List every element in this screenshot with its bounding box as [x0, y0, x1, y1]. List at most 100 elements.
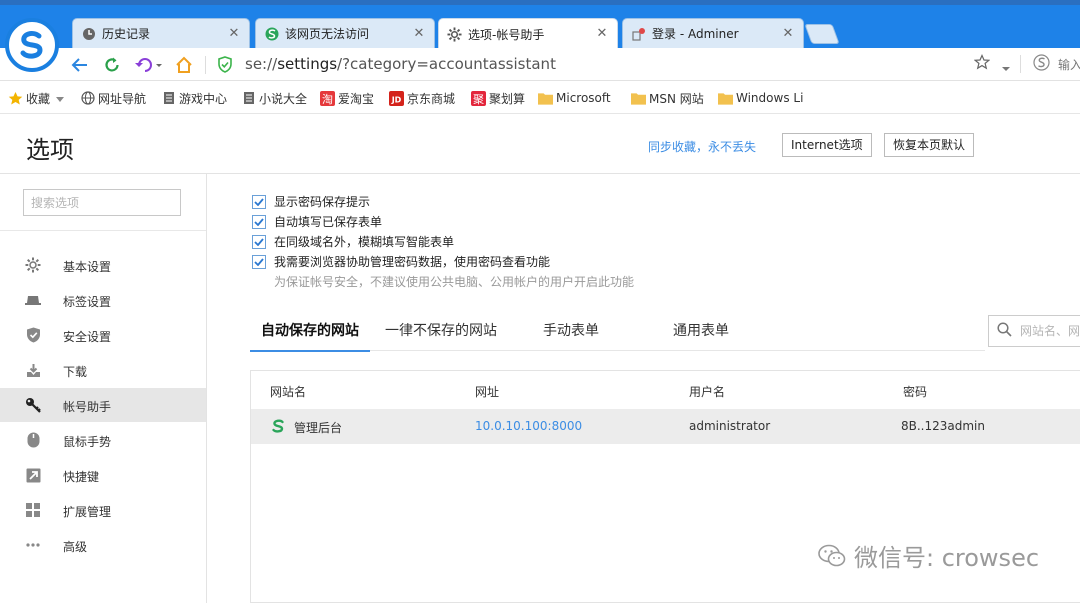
option-manage-passwords[interactable]: 我需要浏览器协助管理密码数据，使用密码查看功能	[252, 253, 550, 270]
tab-common-forms[interactable]: 通用表单	[666, 316, 736, 352]
folder-icon	[538, 91, 553, 106]
bookmark-label: 网址导航	[98, 91, 147, 106]
home-icon[interactable]	[173, 54, 195, 76]
sync-favorites-link[interactable]: 同步收藏，永不丢失	[648, 138, 756, 155]
internet-options-button[interactable]: Internet选项	[782, 133, 872, 157]
site-search-box[interactable]	[988, 315, 1080, 347]
option-label: 自动填写已保存表单	[274, 215, 383, 229]
sidebar-item-shortcuts[interactable]: 快捷键	[0, 458, 206, 492]
sidebar-item-label: 鼠标手势	[63, 435, 112, 449]
gear-icon	[25, 257, 41, 273]
bookmark-label: 收藏	[26, 91, 51, 106]
site-search-input[interactable]	[1020, 324, 1080, 338]
sidebar-item-label: 帐号助手	[63, 400, 112, 414]
tab-unreachable[interactable]: 该网页无法访问 ✕	[255, 18, 435, 48]
sidebar-item-advanced[interactable]: 高级	[0, 528, 206, 562]
close-icon[interactable]: ✕	[227, 26, 241, 41]
taobao-icon: 淘	[320, 90, 335, 106]
bookmark-taobao[interactable]: 淘 爱淘宝	[320, 89, 374, 107]
mouse-icon	[25, 432, 41, 448]
bookmark-label: 爱淘宝	[338, 91, 375, 106]
gear-icon	[447, 26, 462, 42]
site-url-link[interactable]: 10.0.10.100:8000	[475, 419, 582, 433]
tab-auto-saved-sites[interactable]: 自动保存的网站	[250, 316, 370, 352]
tab-manual-forms[interactable]: 手动表单	[536, 316, 606, 352]
search-engine-icon[interactable]	[1033, 54, 1050, 74]
sogou-s-icon	[270, 418, 286, 437]
checkbox-checked[interactable]	[252, 214, 266, 229]
option-show-password-prompt[interactable]: 显示密码保存提示	[252, 193, 370, 210]
option-autofill-forms[interactable]: 自动填写已保存表单	[252, 213, 382, 230]
bookmark-label: Windows Li	[736, 91, 804, 105]
close-icon[interactable]: ✕	[781, 26, 795, 41]
key-icon	[25, 397, 41, 413]
column-header-url: 网址	[475, 385, 500, 399]
tab-title: 历史记录	[102, 27, 151, 41]
folder-icon	[718, 91, 733, 106]
tab-adminer[interactable]: 登录 - Adminer ✕	[622, 18, 804, 48]
bookmark-games[interactable]: 游戏中心	[161, 89, 227, 107]
globe-icon	[80, 91, 95, 106]
sidebar-item-label: 基本设置	[63, 260, 112, 274]
checkbox-checked[interactable]	[252, 194, 266, 209]
grid-icon	[25, 502, 41, 518]
bookmark-msn[interactable]: MSN 网站	[631, 89, 704, 107]
bookmark-jd[interactable]: JD 京东商城	[389, 89, 455, 107]
address-host: settings	[277, 55, 338, 73]
sidebar-item-label: 安全设置	[63, 330, 112, 344]
checkbox-checked[interactable]	[252, 254, 266, 269]
title-bar	[0, 0, 1080, 5]
tab-never-save-sites[interactable]: 一律不保存的网站	[382, 316, 500, 352]
restore-defaults-button[interactable]: 恢复本页默认	[884, 133, 975, 157]
tab-icon	[25, 292, 41, 308]
sidebar-item-label: 标签设置	[63, 295, 112, 309]
bookmark-nav[interactable]: 网址导航	[80, 89, 146, 107]
sidebar-item-security[interactable]: 安全设置	[0, 318, 206, 352]
bookmark-juhuasuan[interactable]: 聚 聚划算	[471, 89, 525, 107]
site-password: 8B..123admin	[901, 419, 985, 433]
option-fuzzy-fill[interactable]: 在同级域名外，模糊填写智能表单	[252, 233, 454, 250]
search-icon	[997, 322, 1012, 340]
checkbox-checked[interactable]	[252, 234, 266, 249]
sidebar-item-mouse-gestures[interactable]: 鼠标手势	[0, 423, 206, 457]
sidebar-item-tabs[interactable]: 标签设置	[0, 283, 206, 317]
page-title: 选项	[26, 136, 74, 164]
sidebar-item-download[interactable]: 下载	[0, 353, 206, 387]
column-header-password: 密码	[903, 385, 928, 399]
table-row[interactable]: 管理后台 10.0.10.100:8000 administrator 8B..…	[251, 409, 1080, 444]
download-icon	[25, 362, 41, 378]
search-hint[interactable]: 输入	[1058, 56, 1080, 73]
bookmark-microsoft[interactable]: Microsoft	[538, 89, 611, 107]
undo-close-icon[interactable]	[132, 54, 166, 76]
shield-icon	[25, 327, 41, 343]
chevron-down-icon[interactable]	[1001, 61, 1011, 75]
chevron-down-icon	[56, 91, 65, 105]
wechat-icon	[818, 544, 846, 568]
sidebar-item-account-assistant[interactable]: 帐号助手	[0, 388, 206, 422]
bookmark-novels[interactable]: 小说大全	[241, 89, 307, 107]
bookmark-windows-live[interactable]: Windows Li	[718, 89, 803, 107]
secure-shield-icon[interactable]	[217, 56, 233, 73]
sidebar-item-basic[interactable]: 基本设置	[0, 248, 206, 282]
close-icon[interactable]: ✕	[412, 26, 426, 41]
address-input[interactable]: se://settings/?category=accountassistant	[245, 54, 556, 74]
refresh-icon[interactable]	[101, 54, 123, 76]
site-username: administrator	[689, 419, 771, 433]
browser-logo-icon[interactable]	[5, 18, 59, 72]
divider	[205, 56, 206, 74]
sidebar-item-extensions[interactable]: 扩展管理	[0, 493, 206, 527]
option-label: 显示密码保存提示	[274, 195, 371, 209]
options-search-input[interactable]	[23, 189, 181, 216]
bookmarks-bar: 收藏 网址导航 游戏中心 小说大全 淘 爱淘宝 JD 京东商城 聚 聚划算 Mi…	[0, 82, 1080, 114]
close-icon[interactable]: ✕	[595, 27, 609, 41]
bookmark-favorites[interactable]: 收藏	[8, 89, 65, 107]
sidebar-item-label: 快捷键	[63, 470, 100, 484]
bookmark-label: 聚划算	[489, 91, 526, 106]
navigation-bar: se://settings/?category=accountassistant…	[0, 48, 1080, 81]
tab-options[interactable]: 选项-帐号助手 ✕	[438, 18, 618, 49]
back-arrow-icon[interactable]	[69, 54, 91, 76]
wechat-watermark: 微信号: crowsec	[818, 538, 1039, 573]
tab-history[interactable]: 历史记录 ✕	[72, 18, 250, 48]
bookmark-label: MSN 网站	[649, 91, 704, 106]
bookmark-star-icon[interactable]	[973, 54, 991, 73]
